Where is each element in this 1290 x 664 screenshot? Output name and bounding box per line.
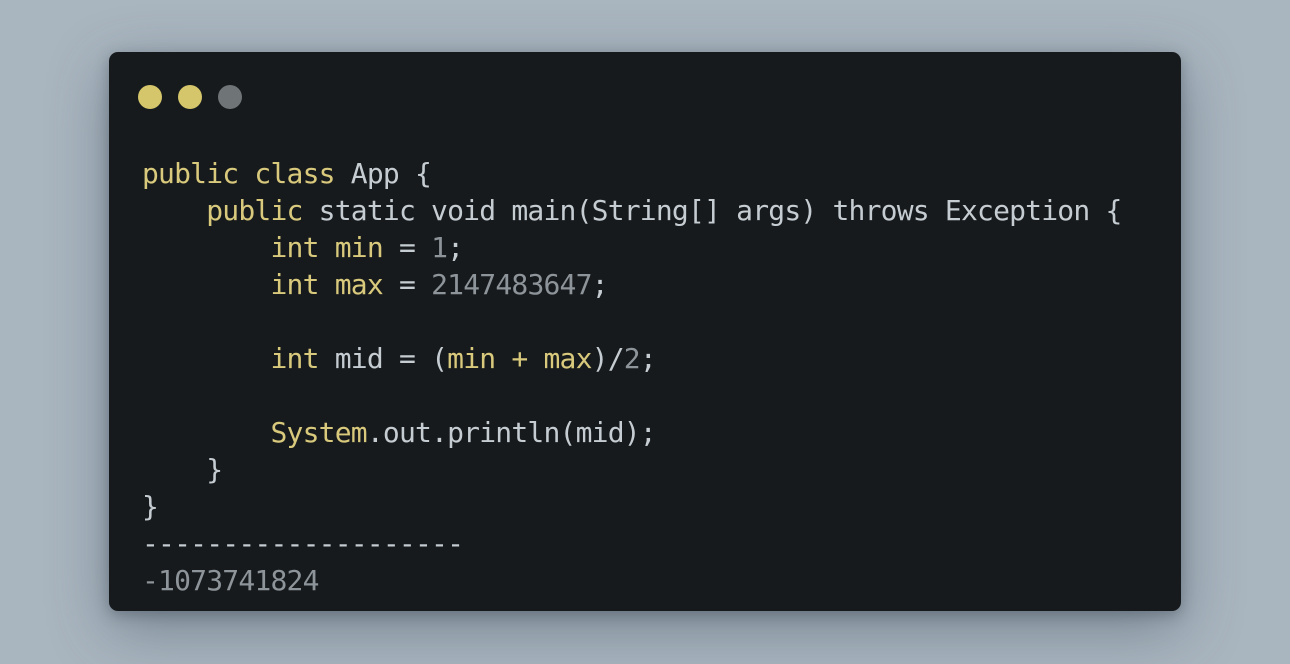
code-line-4: int max = 2147483647; [270,268,608,301]
maximize-dot-icon[interactable] [218,85,242,109]
close-dot-icon[interactable] [138,85,162,109]
output-separator: -------------------- [142,527,464,560]
window-controls [138,85,242,109]
code-line-6: int mid = (min + max)/2; [270,342,656,375]
code-block: public class App { public static void ma… [142,155,1122,599]
code-line-8: System.out.println(mid); [270,416,656,449]
minimize-dot-icon[interactable] [178,85,202,109]
code-line-10: } [142,490,159,523]
code-line-1: public class App { [142,157,432,190]
code-line-3: int min = 1; [270,231,464,264]
code-line-2: public static void main(String[] args) t… [206,194,1122,227]
program-output: -1073741824 [142,564,319,597]
code-window: public class App { public static void ma… [109,52,1181,611]
code-line-9: } [206,453,223,486]
